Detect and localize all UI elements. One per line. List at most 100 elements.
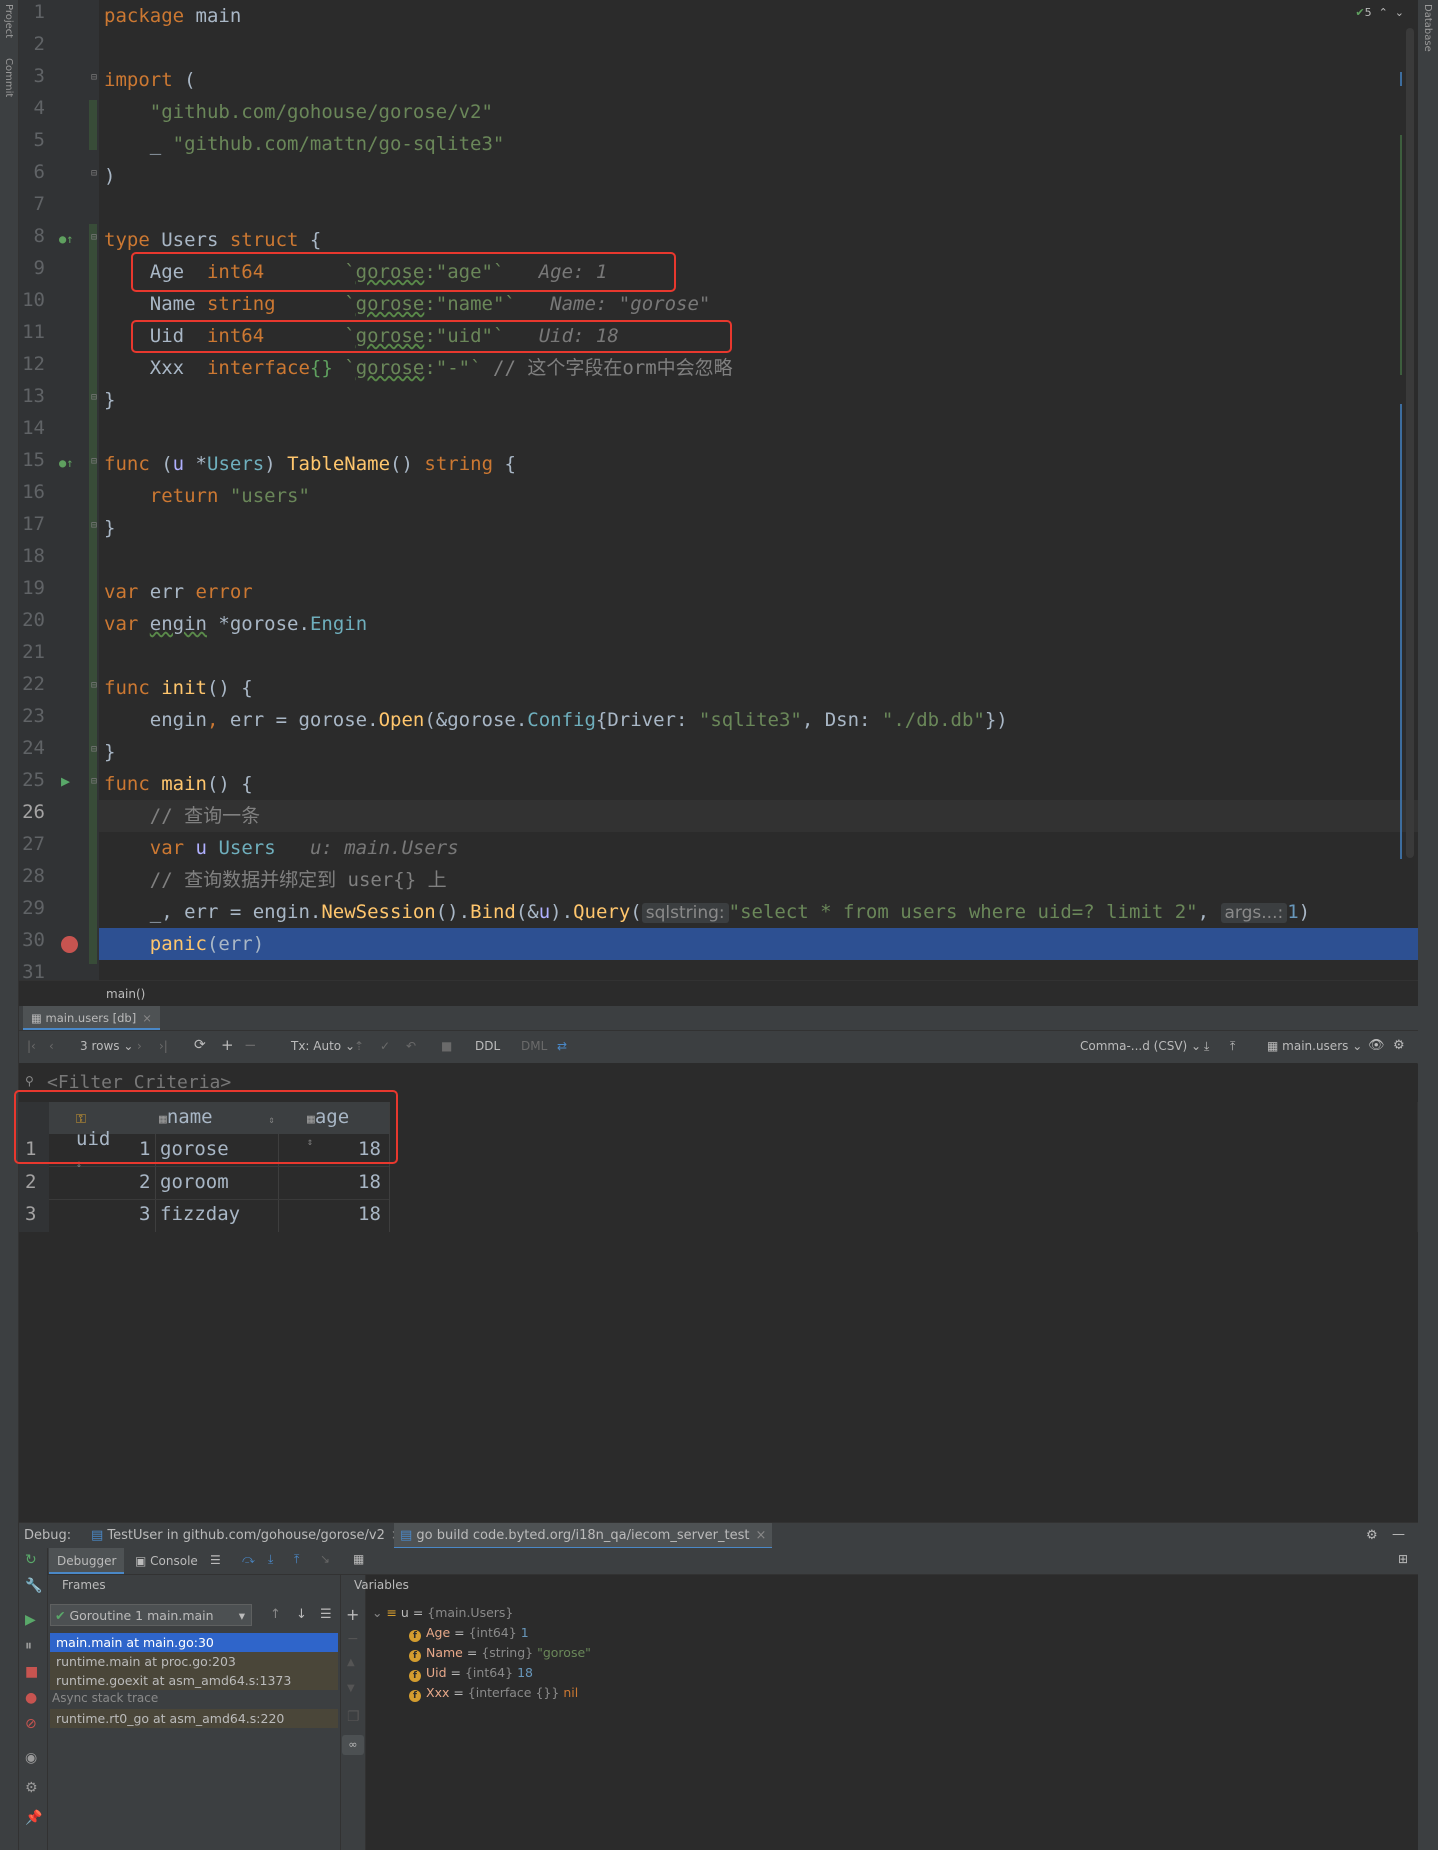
add-row-icon[interactable]: +	[221, 1036, 234, 1054]
move-down-icon[interactable]: ▼	[347, 1683, 355, 1694]
step-over-icon[interactable]: ⤼	[242, 1552, 255, 1567]
frame-item[interactable]: main.main at main.go:30	[50, 1633, 338, 1652]
rows-dropdown[interactable]: 3 rows ⌄	[80, 1039, 133, 1053]
close-icon[interactable]: ×	[142, 1011, 152, 1025]
tab-main-users[interactable]: ▦ main.users [db] ×	[23, 1006, 160, 1030]
first-page-icon[interactable]: |‹	[27, 1039, 36, 1053]
step-out-icon[interactable]: ⤒	[294, 1552, 299, 1567]
fold-icon[interactable]: ⊟	[91, 776, 97, 787]
glasses-icon[interactable]: ∞	[342, 1735, 364, 1755]
view-breakpoints-icon[interactable]: ●	[25, 1690, 37, 1706]
step-into-icon[interactable]: ⤓	[268, 1552, 273, 1567]
move-up-icon[interactable]: ▲	[347, 1657, 355, 1668]
layout-icon[interactable]: ⊞	[1398, 1552, 1408, 1566]
scroll-marker	[1400, 135, 1402, 375]
ddl-button[interactable]: DDL	[475, 1039, 500, 1053]
cell-uid[interactable]: 2	[139, 1171, 150, 1193]
dml-button[interactable]: DML	[521, 1039, 547, 1053]
view-icon[interactable]: 👁	[1368, 1038, 1385, 1053]
fold-icon[interactable]: ⊟	[91, 680, 97, 691]
minimize-icon[interactable]: —	[1392, 1527, 1405, 1542]
tx-mode-dropdown[interactable]: Tx: Auto ⌄	[291, 1039, 355, 1053]
inspection-widget[interactable]: ✔5 ⌃ ⌄	[1355, 6, 1404, 19]
implemented-icon[interactable]: ●↑	[59, 232, 73, 246]
line-number: 6	[33, 161, 45, 183]
compare-icon[interactable]: ⇄	[557, 1039, 567, 1053]
submit-icon[interactable]: ✓	[380, 1039, 390, 1053]
run-icon[interactable]: ▶	[61, 772, 70, 790]
frame-item[interactable]: runtime.main at proc.go:203	[50, 1652, 338, 1671]
fold-icon[interactable]: ⊟	[91, 392, 97, 403]
cell-age[interactable]: 18	[358, 1203, 381, 1225]
wrench-icon[interactable]: 🔧	[25, 1578, 42, 1594]
settings-icon[interactable]: ⚙	[25, 1780, 38, 1796]
up-arrow-icon[interactable]: ↑	[270, 1607, 281, 1622]
commit-icon[interactable]: ⇡	[354, 1039, 364, 1053]
editor-scrollbar[interactable]	[1406, 28, 1414, 858]
add-watch-icon[interactable]: +	[346, 1605, 359, 1624]
gear-icon[interactable]: ⚙	[1393, 1038, 1405, 1053]
remove-watch-icon[interactable]: −	[347, 1631, 359, 1647]
debug-tab-go-build[interactable]: ▤ go build code.byted.org/i18n_qa/iecom_…	[394, 1523, 773, 1549]
list-icon[interactable]: ☰	[320, 1607, 332, 1622]
code-line-28: // 查询数据并绑定到 user{} 上	[104, 869, 447, 891]
debug-side-tools: ↻ 🔧 ▶ ⏸ ■ ● ⊘ ◉ ⚙ 📌	[19, 1548, 48, 1850]
frame-item[interactable]: runtime.goexit at asm_amd64.s:1373	[50, 1671, 338, 1690]
stop-icon[interactable]: ■	[25, 1664, 38, 1680]
fold-icon[interactable]: ⊟	[91, 72, 97, 83]
goroutine-selector[interactable]: ✔ Goroutine 1 main.main ▾	[50, 1604, 252, 1626]
export-format-dropdown[interactable]: Comma-...d (CSV) ⌄	[1080, 1039, 1201, 1053]
refresh-icon[interactable]: ⟳	[194, 1037, 206, 1053]
camera-icon[interactable]: ◉	[25, 1750, 37, 1766]
code-editor[interactable]: 1 2 3 4 5 6 7 8 9 10 11 12 13 14 15 16 1…	[19, 0, 1418, 980]
menu-icon[interactable]: ☰	[210, 1553, 221, 1567]
rerun-icon[interactable]: ↻	[25, 1552, 37, 1568]
copy-icon[interactable]: ❐	[347, 1709, 360, 1725]
chevron-down-icon[interactable]: ⌄	[372, 1605, 386, 1620]
last-page-icon[interactable]: ›|	[159, 1039, 168, 1053]
fold-icon[interactable]: ⊟	[91, 520, 97, 531]
implements-icon[interactable]: ●↑	[59, 456, 73, 470]
variable-field[interactable]: f Uid = {int64} 18	[409, 1665, 533, 1682]
rollback-icon[interactable]: ↶	[406, 1039, 416, 1053]
table-selector[interactable]: ▦ main.users ⌄	[1267, 1039, 1362, 1053]
import-icon[interactable]: ⤒	[1230, 1039, 1235, 1054]
export-icon[interactable]: ⤓	[1204, 1039, 1209, 1054]
cell-name[interactable]: goroom	[160, 1171, 229, 1193]
cell-uid[interactable]: 3	[139, 1203, 150, 1225]
fold-icon[interactable]: ⊟	[91, 744, 97, 755]
breadcrumb-item[interactable]: main()	[106, 987, 145, 1001]
cell-name[interactable]: fizzday	[160, 1203, 240, 1225]
commit-tool-button[interactable]: Commit	[3, 58, 14, 97]
code-line-1: package main	[104, 5, 242, 27]
debug-tab-testuser[interactable]: ▤ TestUser in github.com/gohouse/gorose/…	[87, 1523, 406, 1549]
pause-icon[interactable]: ⏸	[25, 1638, 32, 1654]
fold-icon[interactable]: ⊟	[91, 168, 97, 179]
variable-root[interactable]: ⌄ ≡ u = {main.Users}	[372, 1605, 513, 1620]
variable-field[interactable]: f Age = {int64} 1	[409, 1625, 529, 1642]
down-arrow-icon[interactable]: ↓	[296, 1607, 307, 1622]
pin-icon[interactable]: 📌	[25, 1810, 42, 1826]
resume-icon[interactable]: ▶	[25, 1612, 36, 1628]
fold-icon[interactable]: ⊟	[91, 456, 97, 467]
variable-field[interactable]: f Name = {string} "gorose"	[409, 1645, 591, 1662]
run-to-cursor-icon[interactable]: ↘	[320, 1552, 330, 1566]
project-tool-button[interactable]: Project	[3, 4, 14, 38]
database-tool-button[interactable]: Database	[1422, 4, 1433, 52]
tab-console[interactable]: ▣ Console	[135, 1548, 198, 1574]
variable-field[interactable]: f Xxx = {interface {}} nil	[409, 1685, 578, 1702]
next-page-icon[interactable]: ›	[137, 1039, 142, 1053]
parameter-hint: args...:	[1220, 903, 1288, 923]
evaluate-icon[interactable]: ▦	[353, 1552, 364, 1566]
tab-debugger[interactable]: Debugger	[49, 1548, 125, 1574]
prev-page-icon[interactable]: ‹	[49, 1039, 54, 1053]
frame-item[interactable]: runtime.rt0_go at asm_amd64.s:220	[50, 1709, 338, 1728]
delete-row-icon[interactable]: −	[244, 1036, 257, 1054]
breakpoint-icon[interactable]	[61, 936, 78, 953]
stop-icon[interactable]: ■	[441, 1039, 452, 1053]
fold-icon[interactable]: ⊟	[91, 232, 97, 243]
cell-age[interactable]: 18	[358, 1171, 381, 1193]
close-icon[interactable]: ×	[755, 1528, 766, 1543]
mute-breakpoints-icon[interactable]: ⊘	[25, 1716, 37, 1732]
gear-icon[interactable]: ⚙	[1366, 1528, 1378, 1543]
